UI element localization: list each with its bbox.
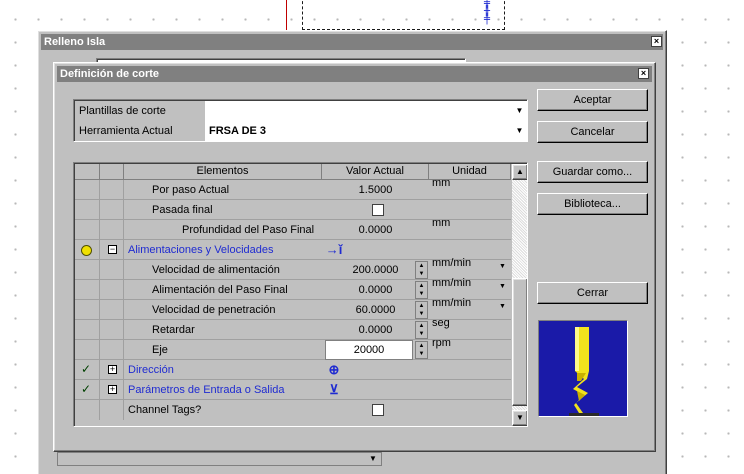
direction-icon: ⊕ xyxy=(328,362,340,377)
row-unit: mm/min xyxy=(432,297,472,309)
final-pass-checkbox[interactable] xyxy=(372,204,384,216)
spindle-speed-input[interactable]: 20000 xyxy=(325,340,413,360)
outer-dialog-title: Relleno Isla xyxy=(41,34,663,50)
chevron-down-icon[interactable]: ▼ xyxy=(499,303,506,310)
spinner[interactable]: ▲ ▼ xyxy=(415,261,428,279)
feed-speed-icon: →ǐ xyxy=(325,242,343,257)
collapse-icon[interactable]: − xyxy=(108,245,117,254)
row-value[interactable]: 1.5000 xyxy=(322,180,429,200)
cad-blue-marks: ╪ ╫ ╪ xyxy=(484,0,491,25)
table-row[interactable]: Eje 20000 ▲ ▼ rpm xyxy=(75,337,511,360)
row-label: Eje xyxy=(152,344,168,356)
row-value[interactable]: 200.0000 xyxy=(322,260,429,280)
row-label: Alimentación del Paso Final xyxy=(152,284,288,296)
cancel-button[interactable]: Cancelar xyxy=(537,121,648,143)
row-label: Velocidad de alimentación xyxy=(152,264,280,276)
template-row: Plantillas de corte ▼ xyxy=(75,101,526,121)
check-icon: ✓ xyxy=(81,362,92,376)
tool-select[interactable]: FRSA DE 3 xyxy=(206,121,512,141)
spinner[interactable]: ▲ ▼ xyxy=(415,301,428,319)
library-button[interactable]: Biblioteca... xyxy=(537,193,648,215)
scroll-thumb[interactable] xyxy=(512,278,527,406)
expand-icon[interactable]: + xyxy=(108,385,117,394)
row-label: Profundidad del Paso Final xyxy=(182,224,315,236)
row-label: Retardar xyxy=(152,324,195,336)
grid-scrollbar[interactable]: ▲ ▼ xyxy=(512,164,527,426)
row-unit: mm/min xyxy=(432,277,472,289)
cut-settings-combos: Plantillas de corte ▼ Herramienta Actual… xyxy=(73,99,528,142)
cad-red-line xyxy=(286,0,287,30)
group-label: Parámetros de Entrada o Salida xyxy=(128,384,285,396)
tool-label: Herramienta Actual xyxy=(75,121,205,141)
inner-close-button[interactable]: × xyxy=(638,68,649,79)
row-unit: mm xyxy=(432,217,451,229)
table-row[interactable]: Profundidad del Paso Final 0.0000 mm xyxy=(75,217,511,240)
accept-button[interactable]: Aceptar xyxy=(537,89,648,111)
tool-row: Herramienta Actual FRSA DE 3 ▼ xyxy=(75,121,526,141)
chevron-down-icon: ▼ xyxy=(369,454,377,463)
table-row-group[interactable]: ✓ + Parámetros de Entrada o Salida ⊻ xyxy=(75,380,511,400)
expand-icon[interactable]: + xyxy=(108,365,117,374)
check-icon: ✓ xyxy=(81,382,92,396)
grid-header-value: Valor Actual xyxy=(322,164,429,180)
template-select[interactable] xyxy=(206,101,512,121)
spinner[interactable]: ▲ ▼ xyxy=(415,341,428,359)
save-as-button[interactable]: Guardar como... xyxy=(537,161,648,183)
scroll-down-icon[interactable]: ▼ xyxy=(512,410,527,426)
row-label: Por paso Actual xyxy=(152,184,230,196)
table-row[interactable]: Channel Tags? xyxy=(75,400,511,420)
group-label: Dirección xyxy=(128,364,174,376)
channel-tags-checkbox[interactable] xyxy=(372,404,384,416)
grid-header-elements: Elementos xyxy=(124,164,322,180)
spinner[interactable]: ▲ ▼ xyxy=(415,321,428,339)
chevron-down-icon[interactable]: ▼ xyxy=(513,103,526,118)
template-label: Plantillas de corte xyxy=(75,101,205,121)
outer-bottom-dropdown[interactable]: ▼ xyxy=(57,452,382,466)
grid-header-expand-col xyxy=(100,164,124,180)
row-value[interactable]: 0.0000 xyxy=(322,220,429,240)
scroll-up-icon[interactable]: ▲ xyxy=(512,164,527,180)
grid-header-icon-col xyxy=(75,164,100,180)
group-label: Alimentaciones y Velocidades xyxy=(128,244,274,256)
spinner[interactable]: ▲ ▼ xyxy=(415,281,428,299)
row-unit: rpm xyxy=(432,337,451,349)
row-label: Pasada final xyxy=(152,204,213,216)
row-label: Velocidad de penetración xyxy=(152,304,276,316)
cad-part-outline xyxy=(302,0,505,30)
drill-bit-icon xyxy=(539,321,627,416)
drill-bit-preview xyxy=(538,320,628,417)
row-value[interactable]: 60.0000 xyxy=(322,300,429,320)
row-unit: mm xyxy=(432,177,451,189)
chevron-down-icon[interactable]: ▼ xyxy=(499,283,506,290)
parameters-grid: Elementos Valor Actual Unidad Por paso A… xyxy=(73,162,528,427)
row-value[interactable]: 0.0000 xyxy=(322,280,429,300)
inner-dialog-title: Definición de corte xyxy=(57,66,652,82)
row-value[interactable]: 0.0000 xyxy=(322,320,429,340)
row-label: Channel Tags? xyxy=(128,404,202,416)
chevron-down-icon[interactable]: ▼ xyxy=(513,123,526,138)
entry-exit-icon: ⊻ xyxy=(329,382,339,397)
bulb-icon xyxy=(81,245,92,256)
row-unit: mm/min xyxy=(432,257,472,269)
table-row-group[interactable]: ✓ + Dirección ⊕ xyxy=(75,360,511,380)
outer-close-button[interactable]: × xyxy=(651,36,662,47)
close-button[interactable]: Cerrar xyxy=(537,282,648,304)
row-unit: seg xyxy=(432,317,450,329)
table-row[interactable]: Por paso Actual 1.5000 mm xyxy=(75,177,511,200)
chevron-down-icon[interactable]: ▼ xyxy=(499,263,506,270)
